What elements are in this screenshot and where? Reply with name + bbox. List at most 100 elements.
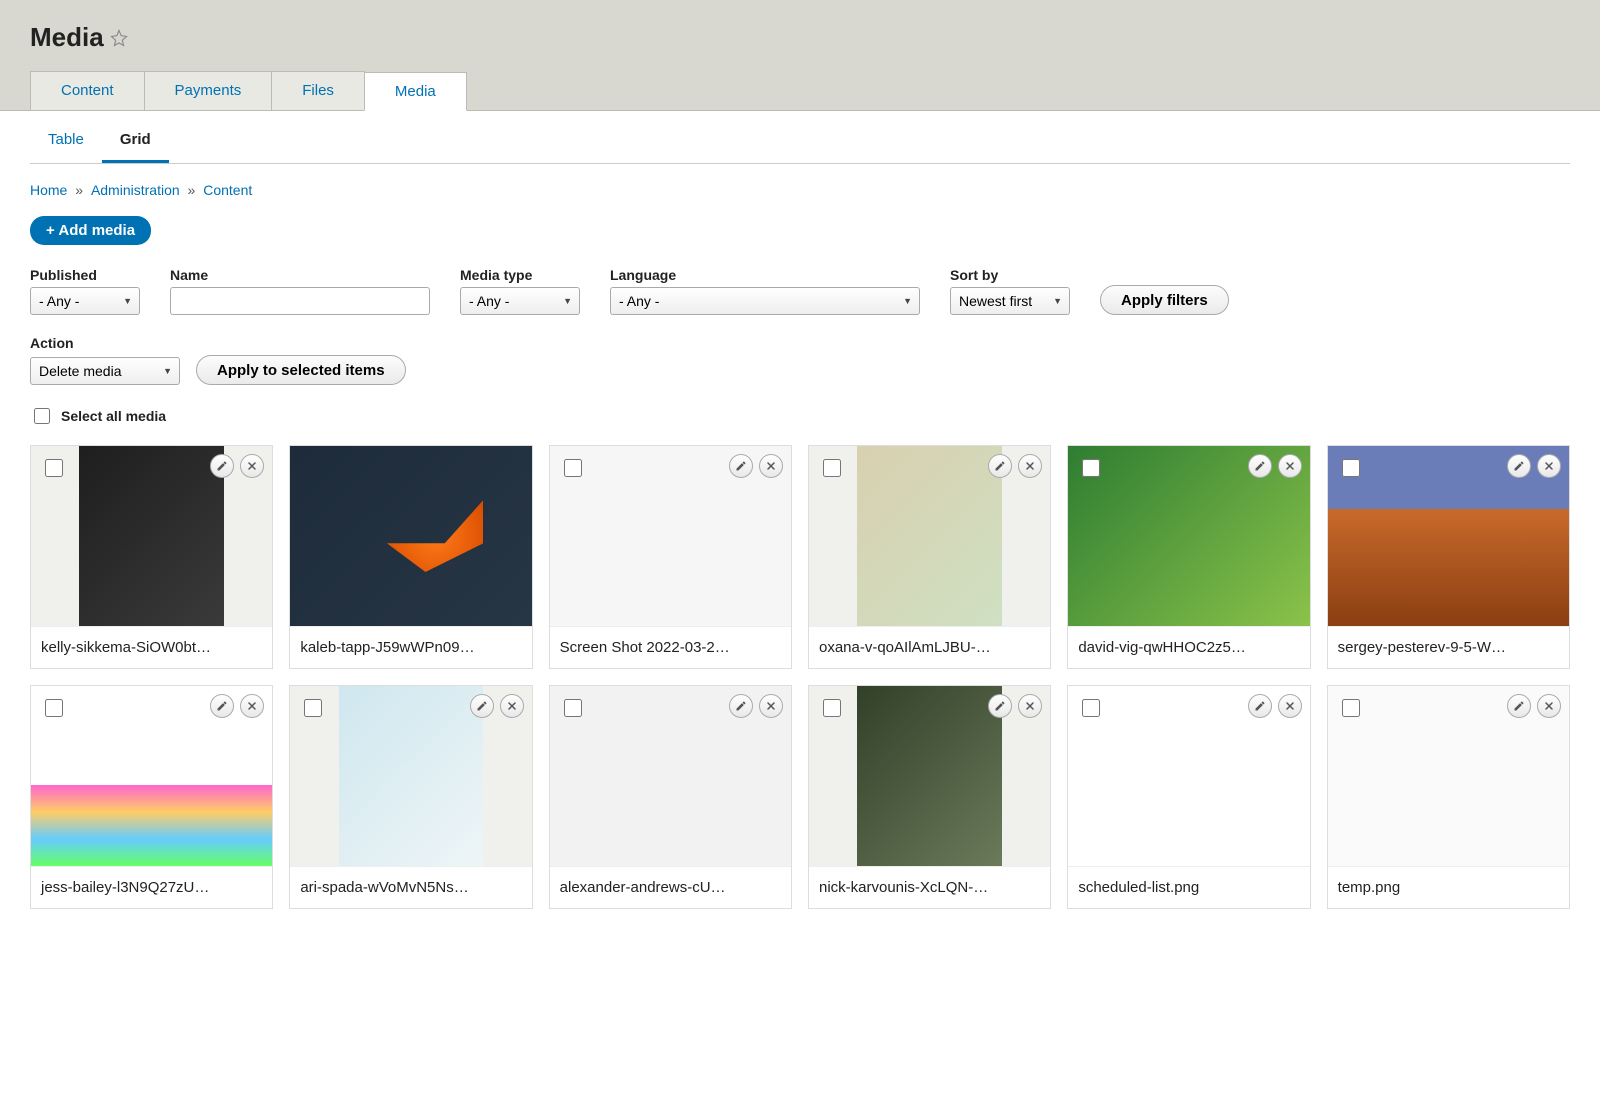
subtab-table[interactable]: Table xyxy=(30,119,102,163)
action-label: Action xyxy=(30,335,1570,351)
edit-icon[interactable] xyxy=(988,694,1012,718)
edit-icon[interactable] xyxy=(210,454,234,478)
action-row: Action Delete media Apply to selected it… xyxy=(30,335,1570,385)
media-card: kelly-sikkema-SiOW0bt… xyxy=(30,445,273,669)
media-card-checkbox[interactable] xyxy=(45,459,63,477)
delete-icon[interactable] xyxy=(1537,694,1561,718)
media-card-actions xyxy=(210,694,264,718)
breadcrumb-sep: » xyxy=(184,182,200,198)
filter-published-label: Published xyxy=(30,267,140,283)
media-card-checkbox[interactable] xyxy=(45,699,63,717)
content-region: TableGrid Home » Administration » Conten… xyxy=(0,119,1600,949)
edit-icon[interactable] xyxy=(1248,694,1272,718)
filters-row: Published - Any - Name Media type - Any … xyxy=(30,267,1570,315)
media-card-actions xyxy=(1248,454,1302,478)
tab-media[interactable]: Media xyxy=(364,72,467,111)
media-card-title: david-vig-qwHHOC2z5… xyxy=(1068,626,1309,668)
filter-language: Language - Any - xyxy=(610,267,920,315)
secondary-tabs: TableGrid xyxy=(30,119,1570,164)
media-card-title: alexander-andrews-cU… xyxy=(550,866,791,908)
language-select[interactable]: - Any - xyxy=(610,287,920,315)
breadcrumb-link[interactable]: Administration xyxy=(91,182,180,198)
media-card: alexander-andrews-cU… xyxy=(549,685,792,909)
published-select[interactable]: - Any - xyxy=(30,287,140,315)
media-card-checkbox[interactable] xyxy=(1342,699,1360,717)
media-card-actions xyxy=(210,454,264,478)
media-thumbnail[interactable] xyxy=(290,446,531,626)
delete-icon[interactable] xyxy=(1018,454,1042,478)
edit-icon[interactable] xyxy=(1507,694,1531,718)
media-card-actions xyxy=(988,694,1042,718)
apply-selected-button[interactable]: Apply to selected items xyxy=(196,355,406,385)
delete-icon[interactable] xyxy=(759,694,783,718)
delete-icon[interactable] xyxy=(500,694,524,718)
media-card-actions xyxy=(729,454,783,478)
edit-icon[interactable] xyxy=(729,694,753,718)
primary-tabs: ContentPaymentsFilesMedia xyxy=(30,71,1570,110)
star-icon[interactable] xyxy=(110,29,128,47)
delete-icon[interactable] xyxy=(1278,694,1302,718)
tab-payments[interactable]: Payments xyxy=(144,71,273,110)
breadcrumb-sep: » xyxy=(71,182,87,198)
media-card-title: ari-spada-wVoMvN5Ns… xyxy=(290,866,531,908)
media-card-checkbox[interactable] xyxy=(1082,459,1100,477)
header-region: Media ContentPaymentsFilesMedia xyxy=(0,0,1600,111)
delete-icon[interactable] xyxy=(240,694,264,718)
add-media-button[interactable]: + Add media xyxy=(30,216,151,245)
media-card: scheduled-list.png xyxy=(1067,685,1310,909)
action-select[interactable]: Delete media xyxy=(30,357,180,385)
media-card-actions xyxy=(1507,694,1561,718)
media-card-checkbox[interactable] xyxy=(1342,459,1360,477)
media-card-checkbox[interactable] xyxy=(1082,699,1100,717)
media-card: sergey-pesterev-9-5-W… xyxy=(1327,445,1570,669)
edit-icon[interactable] xyxy=(729,454,753,478)
media-type-select[interactable]: - Any - xyxy=(460,287,580,315)
delete-icon[interactable] xyxy=(1278,454,1302,478)
name-input[interactable] xyxy=(170,287,430,315)
media-card-title: jess-bailey-l3N9Q27zU… xyxy=(31,866,272,908)
filter-sort-by-label: Sort by xyxy=(950,267,1070,283)
media-card-title: scheduled-list.png xyxy=(1068,866,1309,908)
edit-icon[interactable] xyxy=(1507,454,1531,478)
tab-files[interactable]: Files xyxy=(271,71,365,110)
breadcrumb-link[interactable]: Home xyxy=(30,182,67,198)
sort-by-select[interactable]: Newest first xyxy=(950,287,1070,315)
select-all-label: Select all media xyxy=(61,408,166,424)
media-card-title: Screen Shot 2022-03-2… xyxy=(550,626,791,668)
delete-icon[interactable] xyxy=(1018,694,1042,718)
delete-icon[interactable] xyxy=(240,454,264,478)
thumbnail-image xyxy=(857,686,1002,866)
edit-icon[interactable] xyxy=(470,694,494,718)
media-card: Screen Shot 2022-03-2… xyxy=(549,445,792,669)
subtab-grid[interactable]: Grid xyxy=(102,119,169,163)
media-card-actions xyxy=(1248,694,1302,718)
filter-media-type-label: Media type xyxy=(460,267,580,283)
tab-content[interactable]: Content xyxy=(30,71,145,110)
select-all-row: Select all media xyxy=(30,405,1570,427)
media-card-checkbox[interactable] xyxy=(304,699,322,717)
edit-icon[interactable] xyxy=(988,454,1012,478)
delete-icon[interactable] xyxy=(1537,454,1561,478)
media-card-checkbox[interactable] xyxy=(564,459,582,477)
edit-icon[interactable] xyxy=(210,694,234,718)
delete-icon[interactable] xyxy=(759,454,783,478)
edit-icon[interactable] xyxy=(1248,454,1272,478)
page-title-text: Media xyxy=(30,22,104,53)
media-card: david-vig-qwHHOC2z5… xyxy=(1067,445,1310,669)
filter-language-label: Language xyxy=(610,267,920,283)
media-card-checkbox[interactable] xyxy=(823,459,841,477)
select-all-checkbox[interactable] xyxy=(34,408,50,424)
thumbnail-image xyxy=(290,446,531,626)
thumbnail-image xyxy=(339,686,484,866)
media-card-checkbox[interactable] xyxy=(823,699,841,717)
breadcrumb-link[interactable]: Content xyxy=(203,182,252,198)
media-card-checkbox[interactable] xyxy=(564,699,582,717)
filter-name-label: Name xyxy=(170,267,430,283)
media-card-actions xyxy=(729,694,783,718)
media-card-title: kaleb-tapp-J59wWPn09… xyxy=(290,626,531,668)
media-card-actions xyxy=(988,454,1042,478)
apply-filters-button[interactable]: Apply filters xyxy=(1100,285,1229,315)
thumbnail-image xyxy=(857,446,1002,626)
media-card-title: sergey-pesterev-9-5-W… xyxy=(1328,626,1569,668)
breadcrumb: Home » Administration » Content xyxy=(30,182,1570,198)
